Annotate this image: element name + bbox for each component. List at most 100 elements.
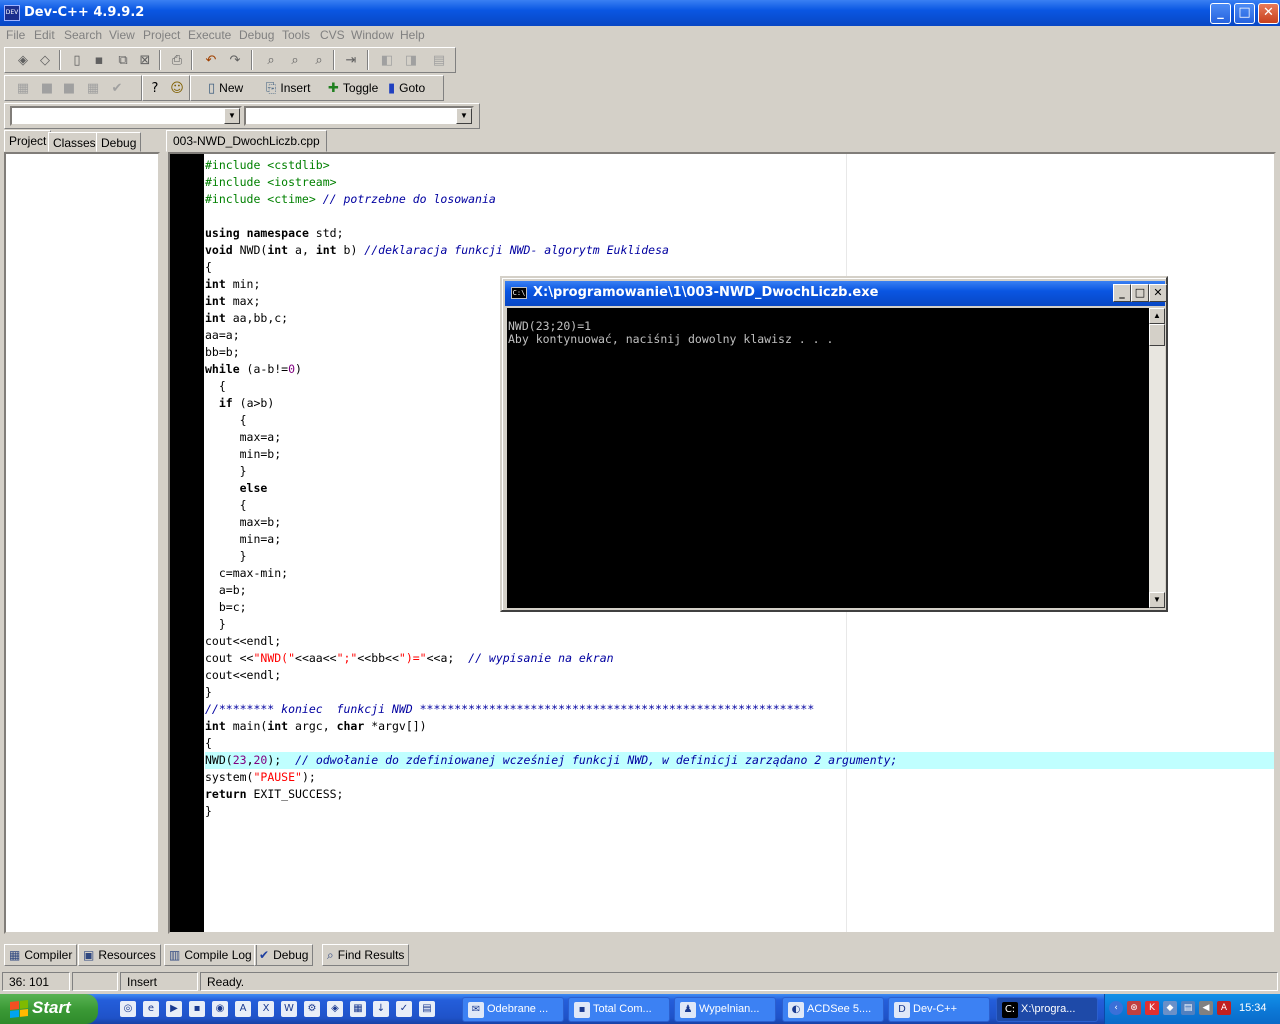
toggle-button[interactable]: ✚ Toggle: [325, 78, 381, 98]
code-line[interactable]: using namespace std;: [205, 225, 1274, 242]
menu-file[interactable]: File: [6, 28, 25, 42]
code-line[interactable]: }: [205, 616, 1274, 633]
editor-file-tab[interactable]: 003-NWD_DwochLiczb.cpp: [166, 130, 327, 152]
code-line[interactable]: [205, 208, 1274, 225]
check-icon[interactable]: ✔: [107, 78, 127, 98]
close-file-icon[interactable]: ⊠: [135, 50, 155, 70]
task-total-commander[interactable]: ▪ Total Com...: [568, 997, 670, 1022]
quicklaunch-save-icon[interactable]: ▪: [189, 1001, 205, 1017]
menu-debug[interactable]: Debug: [239, 28, 274, 42]
save-icon[interactable]: ▪: [89, 50, 109, 70]
chevron-down-icon[interactable]: ▼: [224, 108, 240, 124]
quicklaunch-excel-icon[interactable]: X: [258, 1001, 274, 1017]
tab-compile-log[interactable]: ▥ Compile Log: [164, 944, 257, 966]
indent-left-icon[interactable]: ◧: [377, 50, 397, 70]
bookmark-icon[interactable]: ▤: [429, 50, 449, 70]
tab-find-results[interactable]: ⌕ Find Results: [322, 944, 410, 966]
quicklaunch-download-icon[interactable]: ↓: [373, 1001, 389, 1017]
save-all-icon[interactable]: ⧉: [113, 50, 133, 70]
menu-cvs[interactable]: CVS: [320, 28, 345, 42]
find-icon[interactable]: ⌕: [261, 50, 281, 70]
goto-button[interactable]: ▮ Goto: [385, 78, 428, 98]
menu-edit[interactable]: Edit: [34, 28, 55, 42]
code-line[interactable]: int main(int argc, char *argv[]): [205, 718, 1274, 735]
task-console[interactable]: C: X:\progra...: [996, 997, 1098, 1022]
indent-right-icon[interactable]: ◨: [401, 50, 421, 70]
menu-window[interactable]: Window: [351, 28, 394, 42]
project-tree-panel[interactable]: [4, 152, 160, 934]
console-title-bar[interactable]: C:\ X:\programowanie\1\003-NWD_DwochLicz…: [505, 281, 1167, 306]
code-line[interactable]: void NWD(int a, int b) //deklaracja funk…: [205, 242, 1274, 259]
tab-compiler[interactable]: ▦ Compiler: [4, 944, 78, 966]
quicklaunch-app-icon[interactable]: ▦: [350, 1001, 366, 1017]
code-line[interactable]: {: [205, 259, 1274, 276]
scroll-up-icon[interactable]: ▲: [1149, 308, 1165, 324]
code-line[interactable]: cout<<endl;: [205, 633, 1274, 650]
close-button[interactable]: ✕: [1258, 3, 1279, 24]
console-window[interactable]: C:\ X:\programowanie\1\003-NWD_DwochLicz…: [500, 276, 1168, 612]
quicklaunch-notes-icon[interactable]: ▤: [419, 1001, 435, 1017]
redo-icon[interactable]: ↷: [225, 50, 245, 70]
run-icon[interactable]: ■: [37, 78, 57, 98]
chevron-down-icon[interactable]: ▼: [456, 108, 472, 124]
tab-debug[interactable]: Debug: [96, 132, 142, 152]
open-project-icon[interactable]: ◈: [13, 50, 33, 70]
scroll-thumb[interactable]: [1149, 324, 1165, 346]
tray-antivirus-icon[interactable]: ⊛: [1127, 1001, 1141, 1015]
tab-classes[interactable]: Classes: [48, 132, 101, 152]
code-line[interactable]: }: [205, 684, 1274, 701]
code-line[interactable]: cout<<endl;: [205, 667, 1274, 684]
console-maximize-button[interactable]: □: [1131, 284, 1149, 302]
tray-network-icon[interactable]: ▤: [1181, 1001, 1195, 1015]
task-acdsee[interactable]: ◐ ACDSee 5....: [782, 997, 884, 1022]
member-select[interactable]: ▼: [244, 106, 474, 126]
code-line[interactable]: }: [205, 803, 1274, 820]
quicklaunch-explorer-icon[interactable]: ◎: [120, 1001, 136, 1017]
find-next-icon[interactable]: ⌕: [309, 50, 329, 70]
print-icon[interactable]: ⎙: [167, 50, 187, 70]
insert-button[interactable]: ⎘ Insert: [263, 78, 313, 98]
quicklaunch-media-icon[interactable]: ▶: [166, 1001, 182, 1017]
menu-execute[interactable]: Execute: [188, 28, 231, 42]
console-minimize-button[interactable]: _: [1113, 284, 1131, 302]
code-line[interactable]: cout <<"NWD("<<aa<<";"<<bb<<")="<<a; // …: [205, 650, 1274, 667]
quicklaunch-firefox-icon[interactable]: ◉: [212, 1001, 228, 1017]
help-icon[interactable]: ?: [145, 78, 165, 98]
tray-expand-icon[interactable]: ‹: [1109, 1001, 1123, 1015]
compile-icon[interactable]: ▦: [13, 78, 33, 98]
code-line[interactable]: #include <ctime> // potrzebne do losowan…: [205, 191, 1274, 208]
tray-shield-icon[interactable]: ◆: [1163, 1001, 1177, 1015]
code-line[interactable]: return EXIT_SUCCESS;: [205, 786, 1274, 803]
menu-project[interactable]: Project: [143, 28, 180, 42]
code-line[interactable]: {: [205, 735, 1274, 752]
task-wypelnian[interactable]: ♟ Wypelnian...: [674, 997, 776, 1022]
quicklaunch-check-icon[interactable]: ✓: [396, 1001, 412, 1017]
code-line[interactable]: #include <iostream>: [205, 174, 1274, 191]
console-scrollbar[interactable]: ▲ ▼: [1149, 308, 1165, 608]
undo-icon[interactable]: ↶: [201, 50, 221, 70]
code-line[interactable]: #include <cstdlib>: [205, 157, 1274, 174]
scroll-down-icon[interactable]: ▼: [1149, 592, 1165, 608]
replace-icon[interactable]: ⌕: [285, 50, 305, 70]
tab-project[interactable]: Project: [4, 130, 52, 152]
console-output[interactable]: NWD(23;20)=1 Aby kontynuować, naciśnij d…: [507, 308, 1149, 608]
quicklaunch-pdf-icon[interactable]: A: [235, 1001, 251, 1017]
quicklaunch-ie-icon[interactable]: e: [143, 1001, 159, 1017]
class-select[interactable]: ▼: [10, 106, 242, 126]
menu-search[interactable]: Search: [64, 28, 102, 42]
quicklaunch-word-icon[interactable]: W: [281, 1001, 297, 1017]
task-devcpp[interactable]: D Dev-C++: [888, 997, 990, 1022]
compile-run-icon[interactable]: ■: [59, 78, 79, 98]
about-icon[interactable]: ☺: [167, 78, 187, 98]
minimize-button[interactable]: _: [1210, 3, 1231, 24]
tray-k-icon[interactable]: K: [1145, 1001, 1159, 1015]
open-file-icon[interactable]: ◇: [35, 50, 55, 70]
tray-volume-icon[interactable]: ◀: [1199, 1001, 1213, 1015]
tray-ati-icon[interactable]: A: [1217, 1001, 1231, 1015]
menu-tools[interactable]: Tools: [282, 28, 310, 42]
new-button[interactable]: ▯ New: [205, 78, 246, 98]
task-odebrane[interactable]: ✉ Odebrane ...: [462, 997, 564, 1022]
code-line[interactable]: //******** koniec funkcji NWD **********…: [205, 701, 1274, 718]
console-close-button[interactable]: ✕: [1149, 284, 1167, 302]
start-button[interactable]: Start: [0, 994, 98, 1024]
